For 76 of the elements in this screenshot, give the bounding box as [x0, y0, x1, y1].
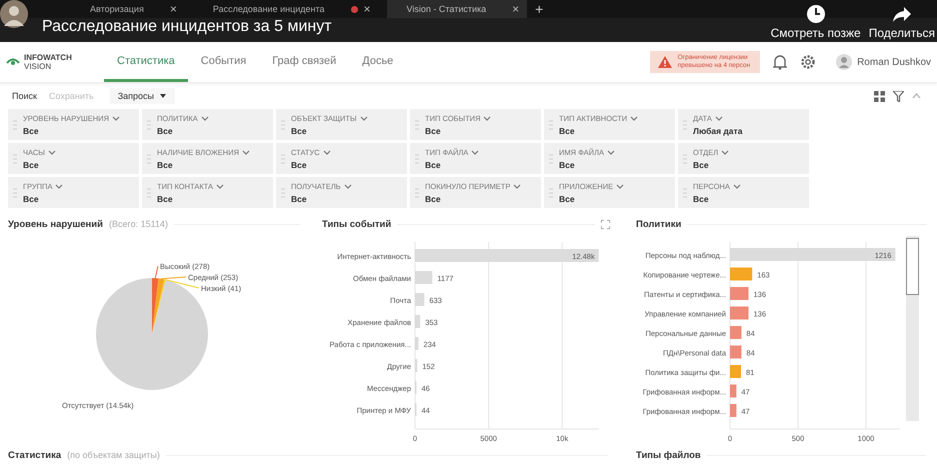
filter-icon[interactable] — [893, 90, 904, 102]
filter-value: Все — [157, 160, 174, 170]
chevron-icon — [732, 184, 741, 188]
settings-icon[interactable] — [800, 54, 816, 70]
filter-value: Все — [291, 194, 308, 204]
nav-tab[interactable]: Досье — [349, 42, 406, 82]
filter-value: Все — [157, 126, 174, 136]
filter-value: Все — [559, 126, 576, 136]
watch-later-button[interactable]: Смотреть позже — [770, 4, 861, 40]
panel-title: Типы событий — [322, 218, 392, 230]
fullscreen-icon[interactable] — [601, 220, 610, 228]
browser-tab[interactable]: Vision - Статистика × — [386, 0, 528, 18]
toolbar-button[interactable]: Поиск — [8, 89, 41, 103]
scrollbar[interactable] — [906, 236, 919, 421]
new-tab-icon[interactable]: + — [535, 1, 544, 17]
filter-value: Любая дата — [693, 126, 742, 136]
filter-value: Все — [23, 126, 40, 136]
close-icon[interactable]: × — [364, 2, 371, 16]
leader-line — [154, 266, 158, 279]
chevron-icon — [616, 184, 624, 188]
chevron-icon — [344, 184, 352, 188]
caret-icon — [158, 93, 167, 99]
logo-text: INFOWATCH VISION — [24, 53, 72, 71]
warning-icon — [658, 56, 672, 68]
nav-tab[interactable]: События — [188, 42, 260, 82]
user-icon — [836, 54, 852, 70]
user-menu[interactable]: Roman Dushkov — [836, 54, 931, 70]
filter-value: Все — [425, 126, 442, 136]
browser-tab[interactable]: Расследование инцидента × — [192, 0, 379, 18]
chevron-icon — [200, 116, 209, 120]
share-button[interactable]: Поделиться — [868, 4, 935, 40]
panel-title: Уровень нарушений — [8, 218, 103, 230]
browser-tab[interactable]: Авторизация × — [70, 0, 185, 18]
filter-value: Все — [23, 194, 40, 204]
filter-value: Все — [157, 194, 174, 204]
chevron-icon — [322, 150, 331, 154]
nav-tab[interactable]: Граф связей — [259, 42, 350, 82]
video-title[interactable]: Расследование инцидентов за 5 минут — [42, 18, 332, 36]
filter-value: Все — [559, 160, 576, 170]
chevron-icon — [630, 116, 638, 120]
section-subtitle: (по объектам защиты) — [67, 450, 160, 460]
filter-value: Все — [559, 194, 576, 204]
chevron-icon — [242, 150, 250, 154]
chevron-icon — [483, 116, 492, 120]
chevron-icon — [513, 184, 522, 188]
share-icon — [892, 4, 912, 24]
avatar-icon — [0, 0, 28, 28]
chevron-icon — [360, 116, 368, 120]
chevron-icon — [48, 150, 56, 154]
bell-icon[interactable] — [773, 54, 788, 70]
filter-value: Все — [693, 194, 710, 204]
filter-value: Все — [425, 194, 442, 204]
clock-icon — [806, 4, 826, 24]
close-icon[interactable]: × — [170, 2, 177, 16]
filter-value: Все — [693, 160, 710, 170]
dropdown-button[interactable]: Запросы — [110, 88, 175, 104]
filter-value: Все — [291, 126, 308, 136]
scrollbar-thumb[interactable] — [906, 238, 919, 295]
filter-value: Все — [425, 160, 442, 170]
chevron-icon — [471, 150, 480, 154]
panel-title: Политики — [636, 218, 682, 230]
filter-value: Все — [23, 160, 40, 170]
filter-value: Все — [291, 160, 308, 170]
chevron-icon — [55, 184, 64, 188]
section-title: Типы файлов — [636, 450, 701, 460]
section-title: Статистика — [8, 450, 62, 460]
chevron-icon — [607, 150, 615, 154]
chevron-icon — [714, 116, 723, 120]
grid-icon[interactable] — [874, 90, 885, 102]
panel-subtitle: (Всего: 15114) — [108, 219, 168, 229]
close-icon[interactable]: × — [512, 2, 520, 16]
nav-tab[interactable]: Статистика — [104, 42, 188, 82]
chevron-icon — [112, 116, 120, 120]
logo-icon — [6, 57, 20, 67]
chevron-icon — [721, 150, 730, 154]
chevron-icon — [216, 184, 224, 188]
